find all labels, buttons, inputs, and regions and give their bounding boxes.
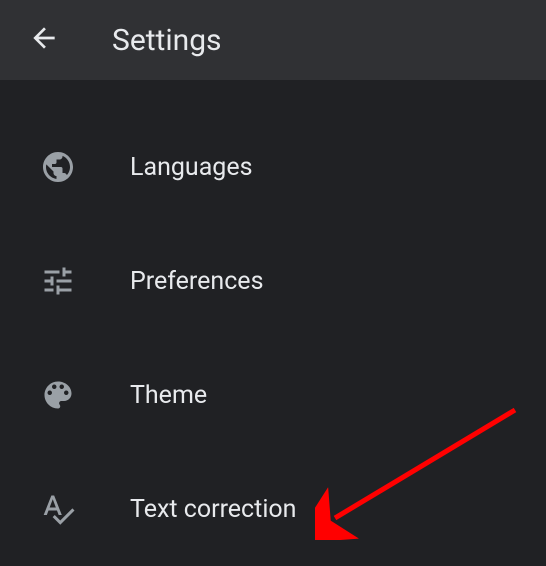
settings-item-theme[interactable]: Theme xyxy=(0,338,546,452)
settings-item-languages[interactable]: Languages xyxy=(0,110,546,224)
palette-icon xyxy=(38,375,78,415)
arrow-back-icon xyxy=(28,22,60,58)
text-correction-icon xyxy=(38,489,78,529)
tune-icon xyxy=(38,261,78,301)
list-item-label: Text correction xyxy=(130,495,296,524)
settings-list: Languages Preferences Theme Text correct… xyxy=(0,80,546,566)
globe-icon xyxy=(38,147,78,187)
list-item-label: Theme xyxy=(130,381,207,410)
page-title: Settings xyxy=(112,23,222,58)
settings-item-text-correction[interactable]: Text correction xyxy=(0,452,546,566)
back-button[interactable] xyxy=(20,16,68,64)
list-item-label: Preferences xyxy=(130,267,263,296)
settings-item-preferences[interactable]: Preferences xyxy=(0,224,546,338)
app-header: Settings xyxy=(0,0,546,80)
list-item-label: Languages xyxy=(130,153,253,182)
